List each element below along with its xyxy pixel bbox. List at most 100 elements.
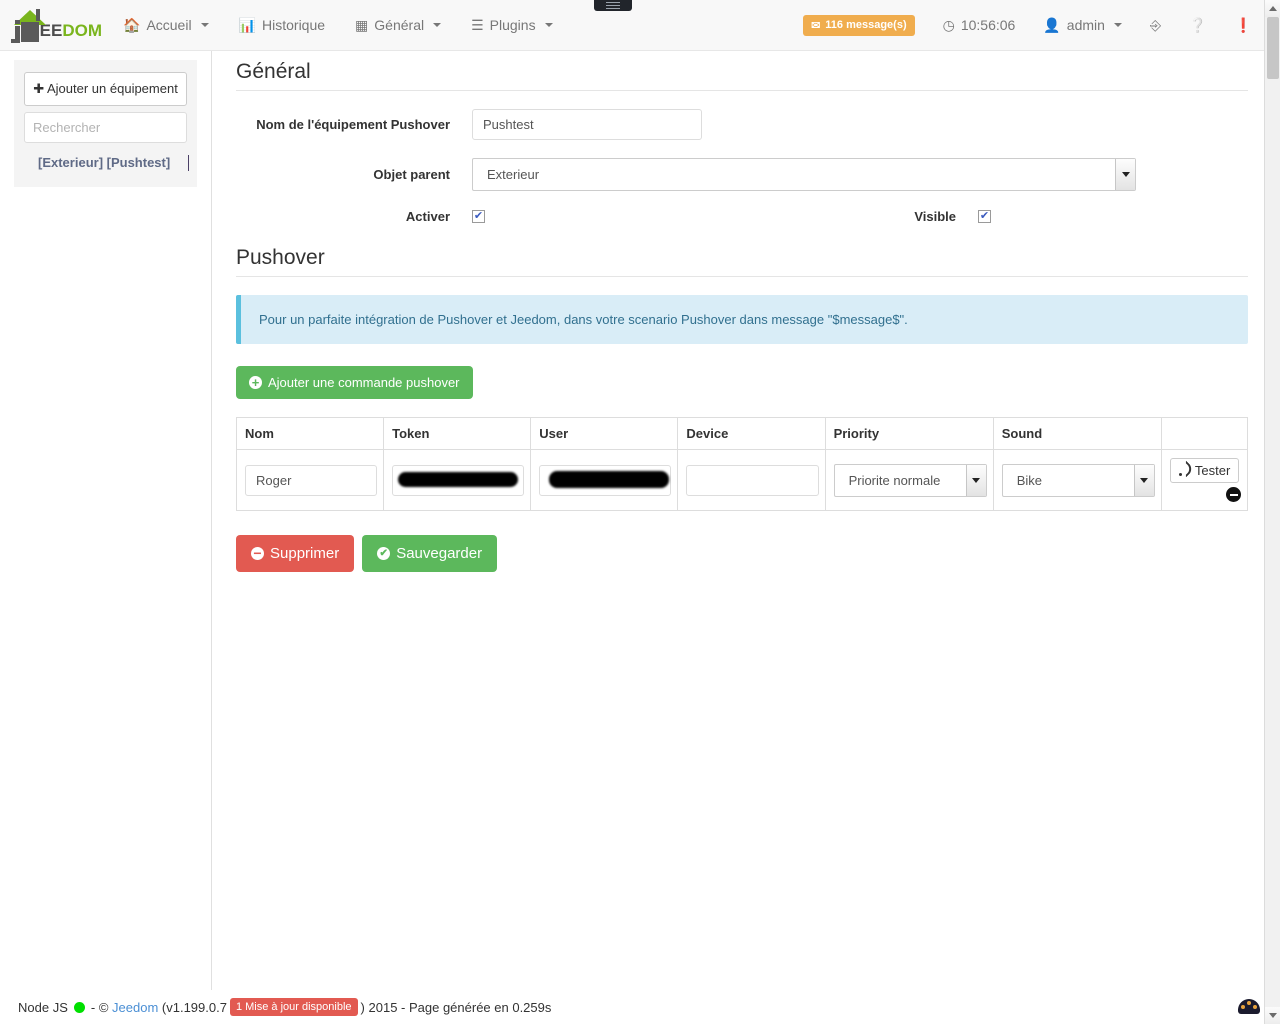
chevron-down-icon	[1133, 464, 1154, 496]
delete-button[interactable]: − Supprimer	[236, 535, 355, 572]
th-token: Token	[383, 417, 532, 450]
th-priority: Priority	[824, 417, 994, 450]
redaction-mark	[549, 470, 670, 488]
test-button[interactable]: Tester	[1169, 458, 1240, 483]
clock-icon: ◷	[942, 16, 955, 33]
equipment-name-row: Nom de l'équipement Pushover	[236, 109, 1248, 140]
visible-group: Visible	[742, 209, 1248, 224]
clock-display: ◷ 10:56:06	[929, 0, 1030, 50]
envelope-icon: ✉	[811, 19, 821, 32]
top-menu-tab[interactable]	[594, 0, 632, 11]
scroll-up-button[interactable]	[1265, 0, 1280, 17]
activer-checkbox[interactable]	[472, 210, 485, 223]
nav-label-historique: Historique	[262, 17, 326, 33]
cell-nom	[235, 449, 385, 511]
objet-parent-row: Objet parent Exterieur	[236, 158, 1248, 191]
objet-parent-label: Objet parent	[373, 167, 450, 182]
chevron-down-icon	[1115, 159, 1135, 190]
delete-label: Supprimer	[270, 545, 340, 562]
nav-item-historique[interactable]: 📊 Historique	[224, 0, 340, 50]
equipment-name-input[interactable]	[472, 109, 702, 140]
cell-user	[530, 449, 679, 511]
device-input[interactable]	[686, 464, 819, 496]
sound-select[interactable]: Bike	[1001, 463, 1155, 497]
test-label: Tester	[1194, 463, 1231, 478]
list-icon: ☰	[471, 16, 484, 33]
chevron-down-icon	[200, 23, 209, 27]
command-name-input[interactable]	[245, 464, 378, 496]
dashboard-gauge-icon[interactable]	[1238, 996, 1260, 1018]
version-close: )	[360, 999, 365, 1015]
scroll-down-button[interactable]	[1265, 1007, 1280, 1024]
user-field-wrapper	[539, 464, 672, 496]
nav-label-accueil: Accueil	[146, 17, 192, 33]
sitemap-icon: ⎆	[1149, 16, 1162, 33]
objet-parent-value: Exterieur	[472, 158, 1136, 191]
status-dot-icon	[73, 1001, 85, 1013]
jeedom-link[interactable]: Jeedom	[112, 1000, 158, 1015]
user-menu[interactable]: 👤 admin	[1029, 0, 1136, 50]
chevron-down-icon	[433, 23, 442, 27]
page-scrollbar[interactable]	[1264, 0, 1280, 1024]
sidebar-divider	[211, 51, 212, 990]
priority-value: Priorite normale	[833, 463, 987, 497]
nav-item-general[interactable]: ▦ Général	[340, 0, 456, 50]
th-nom: Nom	[235, 417, 385, 450]
pushover-legend: Pushover	[236, 246, 1248, 277]
navbar-right-menu: ✉ 116 message(s) ◷ 10:56:06 👤 admin ⎆ ❔ …	[789, 0, 1266, 50]
scrollbar-thumb[interactable]	[1267, 17, 1279, 79]
equipment-list: [Exterieur] [Pushtest]	[24, 153, 189, 173]
table-header-row: Nom Token User Device Priority Sound	[235, 417, 1249, 450]
update-badge[interactable]: 1 Mise à jour disponible	[229, 998, 358, 1016]
save-button[interactable]: ✔ Sauvegarder	[362, 535, 498, 572]
check-circle-icon: ✔	[377, 547, 391, 560]
objet-parent-select[interactable]: Exterieur	[472, 158, 1136, 191]
visible-checkbox[interactable]	[978, 210, 991, 223]
priority-select[interactable]: Priorite normale	[833, 463, 987, 497]
messages-count-label: 116 message(s)	[825, 19, 907, 31]
home-icon: 🏠	[123, 16, 141, 33]
sidebar-item-pushtest[interactable]: [Exterieur] [Pushtest]	[38, 153, 181, 173]
cell-priority: Priorite normale	[824, 449, 994, 511]
messages-badge: ✉ 116 message(s)	[803, 14, 915, 36]
cell-sound: Bike	[992, 449, 1162, 511]
main-content: Général Nom de l'équipement Pushover Obj…	[235, 60, 1249, 572]
clock-label: 10:56:06	[960, 17, 1016, 33]
chart-bar-icon: 📊	[238, 16, 257, 33]
nav-item-plugins[interactable]: ☰ Plugins	[456, 0, 567, 50]
nav-label-general: Général	[374, 17, 425, 33]
brand-dom: DOM	[62, 21, 102, 40]
help-button[interactable]: ❔	[1175, 0, 1220, 50]
brand-logo[interactable]: EEDOM	[10, 4, 102, 46]
messages-button[interactable]: ✉ 116 message(s)	[789, 0, 929, 50]
info-button[interactable]: ❗	[1221, 0, 1266, 50]
search-input[interactable]	[24, 112, 187, 143]
page-footer: Node JS - © Jeedom (v1.199.0.7 1 Mise à …	[0, 990, 1280, 1024]
top-navbar: EEDOM 🏠 Accueil 📊 Historique ▦ Général ☰…	[0, 0, 1280, 51]
cell-token	[383, 449, 532, 511]
cell-device	[677, 449, 826, 511]
user-icon: 👤	[1043, 16, 1061, 33]
node-js-label: Node JS	[18, 999, 68, 1015]
nav-item-accueil[interactable]: 🏠 Accueil	[108, 0, 224, 50]
footer-generation-info: 2015 - Page générée en 0.259s	[368, 999, 552, 1015]
chevron-down-icon	[1113, 23, 1122, 27]
sound-value: Bike	[1001, 463, 1155, 497]
save-label: Sauvegarder	[396, 545, 483, 562]
token-field-wrapper	[392, 464, 525, 496]
remove-command-button[interactable]	[1226, 487, 1241, 502]
hamburger-icon	[606, 1, 620, 10]
sitemap-button[interactable]: ⎆	[1136, 0, 1175, 50]
table-row: Priorite normale Bike Tester	[235, 449, 1249, 511]
add-equipment-button[interactable]: ✚ Ajouter un équipement	[24, 72, 187, 106]
th-sound: Sound	[992, 417, 1162, 450]
add-command-button[interactable]: + Ajouter une commande pushover	[236, 366, 473, 399]
pushover-info-alert: Pour un parfaite intégration de Pushover…	[236, 295, 1248, 344]
activer-group: Activer	[236, 209, 742, 224]
plus-circle-icon: +	[249, 376, 262, 389]
sidebar: ✚ Ajouter un équipement [Exterieur] [Pus…	[14, 60, 197, 187]
jeedom-house-icon	[10, 6, 46, 46]
user-label: admin	[1066, 17, 1105, 33]
help-icon: ❔	[1189, 16, 1207, 33]
nav-label-plugins: Plugins	[489, 17, 536, 33]
